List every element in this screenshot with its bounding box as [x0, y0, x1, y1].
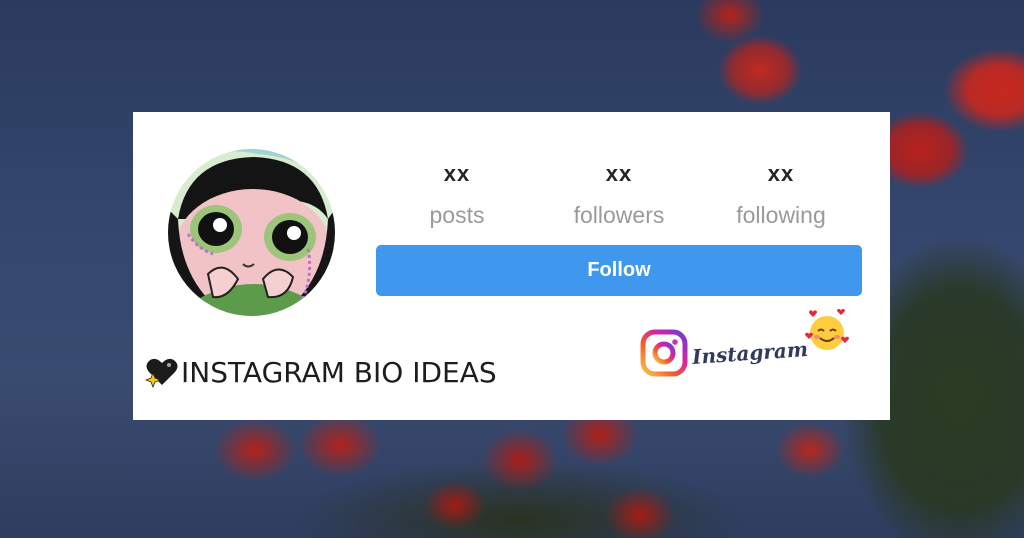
stat-followers[interactable]: xx followers — [538, 161, 700, 229]
stat-followers-label: followers — [573, 202, 665, 228]
bio-title-text: INSTAGRAM BIO IDEAS — [181, 355, 497, 389]
stat-following[interactable]: xx following — [700, 161, 862, 229]
smiling-face-with-hearts-icon — [805, 309, 849, 350]
avatar[interactable] — [168, 149, 335, 316]
stat-posts-value: xx — [443, 161, 471, 186]
instagram-brand: Instagram — [639, 328, 809, 378]
avatar-cartoon-image — [168, 149, 335, 316]
profile-card: xx posts xx followers xx following Follo… — [133, 112, 890, 420]
instagram-wordmark: Instagram — [691, 336, 809, 370]
stat-following-value: xx — [767, 161, 795, 186]
stat-posts-label: posts — [429, 202, 485, 228]
black-sparkle-heart-icon — [145, 358, 178, 389]
stat-following-label: following — [736, 202, 826, 228]
stat-posts[interactable]: xx posts — [376, 161, 538, 229]
stat-followers-value: xx — [605, 161, 633, 186]
bio-heading: INSTAGRAM BIO IDEAS — [145, 350, 497, 394]
profile-stats: xx posts xx followers xx following — [376, 162, 862, 232]
instagram-logo-icon — [640, 329, 688, 377]
follow-button[interactable]: Follow — [376, 245, 862, 296]
